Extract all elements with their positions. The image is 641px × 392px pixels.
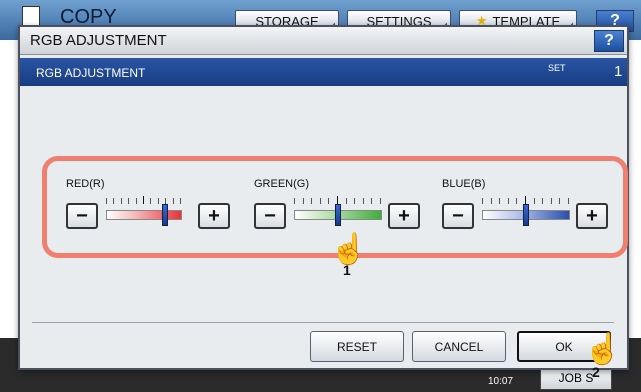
red-channel-label: RED(R) [66, 178, 105, 190]
scale-tick [542, 198, 543, 204]
dialog-title: RGB ADJUSTMENT [30, 32, 167, 49]
scale-tick [551, 198, 552, 204]
scale-tick [180, 198, 181, 204]
scale-tick [121, 198, 122, 204]
scale-tick [128, 198, 129, 204]
dialog-help-button[interactable]: ? [594, 30, 624, 52]
set-label: SET [548, 63, 566, 73]
scale-tick [320, 198, 321, 204]
blue-decrease-button[interactable]: − [442, 203, 474, 229]
scale-tick [136, 198, 137, 204]
red-slider-knob[interactable] [162, 204, 168, 226]
pointing-hand-icon: ☝ [584, 333, 622, 366]
dialog-subtitle: RGB ADJUSTMENT [36, 66, 146, 80]
red-decrease-button[interactable]: − [66, 203, 98, 229]
clock-time: 10:07 [488, 376, 514, 387]
scale-tick [143, 196, 144, 204]
scale-tick [525, 196, 526, 204]
rgb-adjustment-dialog: RGB ADJUSTMENT ? RGB ADJUSTMENT SET 1 RE… [18, 25, 629, 370]
step-2-number: 2 [592, 364, 600, 380]
dialog-title-bar: RGB ADJUSTMENT ? [20, 27, 627, 55]
scale-tick [294, 198, 295, 204]
red-slider-track[interactable] [106, 210, 182, 220]
scale-tick [508, 198, 509, 204]
scale-tick [328, 198, 329, 204]
reset-button[interactable]: RESET [310, 331, 404, 362]
green-decrease-button[interactable]: − [254, 203, 286, 229]
blue-increase-button[interactable]: + [576, 203, 608, 229]
copy-app-icon [22, 6, 40, 26]
scale-tick [311, 198, 312, 204]
scale-tick [534, 198, 535, 204]
scale-tick [106, 198, 107, 204]
scale-tick [482, 198, 483, 204]
scale-tick [568, 198, 569, 204]
scale-tick [346, 198, 347, 204]
dialog-subtitle-bar: RGB ADJUSTMENT SET 1 [20, 58, 627, 86]
scale-tick [491, 198, 492, 204]
scale-tick [559, 198, 560, 204]
green-increase-button[interactable]: + [388, 203, 420, 229]
step-1-number: 1 [343, 262, 351, 278]
scale-tick [158, 198, 159, 204]
scale-tick [173, 198, 174, 204]
scale-tick [113, 198, 114, 204]
scale-tick [150, 198, 151, 204]
cancel-button[interactable]: CANCEL [412, 331, 506, 362]
green-channel-label: GREEN(G) [254, 178, 309, 190]
dialog-divider [32, 322, 614, 323]
scale-tick [499, 198, 500, 204]
red-scale-ticks [106, 196, 181, 206]
blue-channel-label: BLUE(B) [442, 178, 486, 190]
scale-tick [363, 198, 364, 204]
scale-tick [303, 198, 304, 204]
scale-tick [337, 196, 338, 204]
green-slider-knob[interactable] [335, 204, 341, 226]
scale-tick [354, 198, 355, 204]
blue-slider-knob[interactable] [523, 204, 529, 226]
scale-tick [516, 198, 517, 204]
set-value: 1 [614, 63, 623, 80]
red-increase-button[interactable]: + [198, 203, 230, 229]
scale-tick [380, 198, 381, 204]
scale-tick [371, 198, 372, 204]
